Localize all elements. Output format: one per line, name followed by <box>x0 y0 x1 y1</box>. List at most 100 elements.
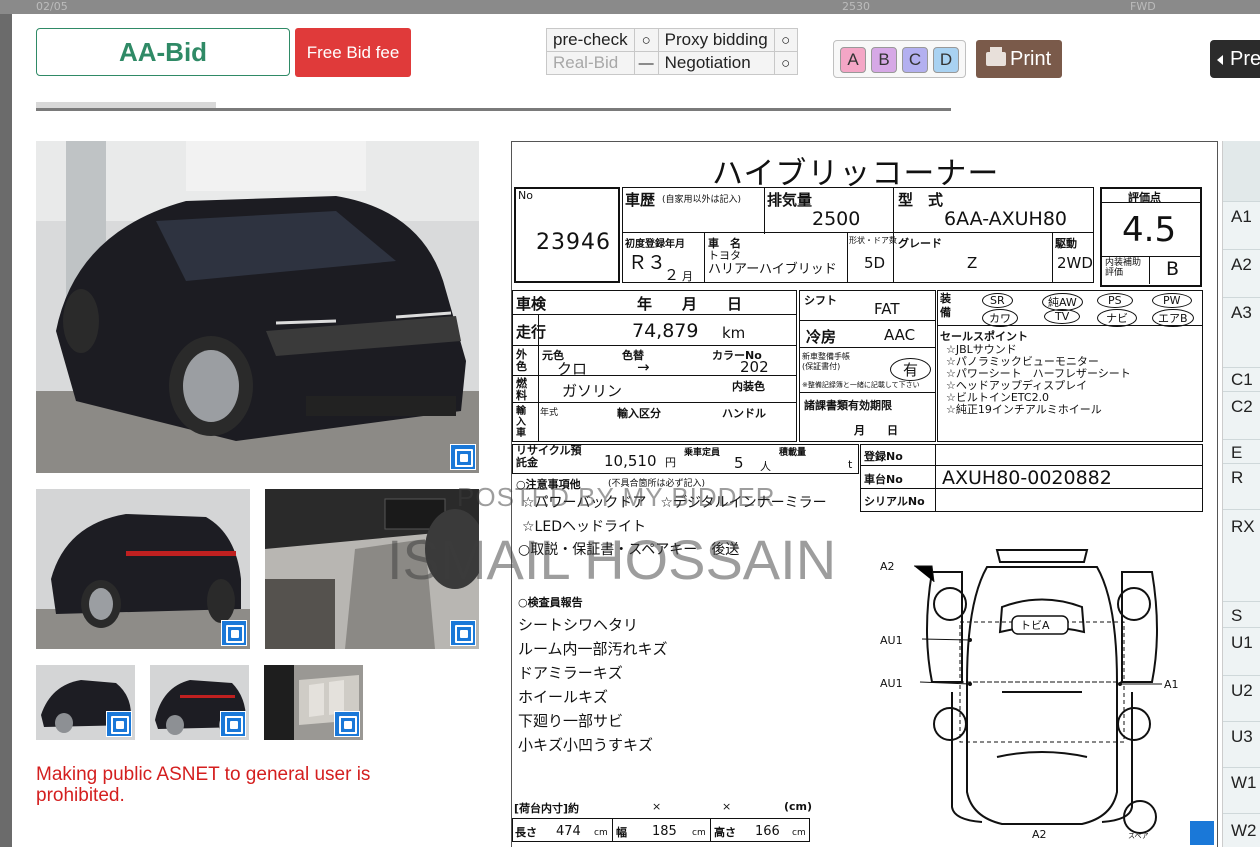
recycle-unit: 円 <box>665 456 676 469</box>
manual-value: 有 <box>890 358 932 381</box>
equipment-item: SR <box>982 293 1013 308</box>
inspector-line: ドアミラーキズ <box>518 664 623 682</box>
grade-d-button[interactable]: D <box>933 47 959 73</box>
import-class-label: 輸入区分 <box>617 407 661 420</box>
expand-icon[interactable] <box>106 711 132 737</box>
previous-button[interactable]: Pre <box>1210 40 1260 78</box>
inspector-line: 下廻り一部サビ <box>518 712 624 730</box>
reg-no-label: 登録No <box>864 450 903 463</box>
fuel-value: ガソリン <box>562 382 623 400</box>
width-value: 185 <box>652 824 677 839</box>
damage-code-row: U2 <box>1223 675 1260 721</box>
grade-b-button[interactable]: B <box>871 47 897 73</box>
damage-code-row: C2 <box>1223 391 1260 439</box>
backdrop-strip: 02/05 2530 FWD <box>0 0 1260 14</box>
aa-bid-button[interactable]: AA-Bid <box>36 28 290 76</box>
grade-c-button[interactable]: C <box>902 47 928 73</box>
printer-icon <box>986 47 1006 66</box>
fuel-label: 燃料 <box>516 377 527 402</box>
backdrop-drive: FWD <box>1130 0 1156 13</box>
lot-no-label: No <box>518 189 533 202</box>
diagram-mark-au1-b: AU1 <box>880 677 903 690</box>
sheet-expand-icon[interactable] <box>1189 820 1215 846</box>
damage-code-row: W2 <box>1223 813 1260 847</box>
damage-code-row: W1 <box>1223 767 1260 813</box>
grade-selector: A B C D <box>833 40 966 78</box>
history-note: (自家用以外は記入) <box>662 195 742 205</box>
previous-label: Pre <box>1230 48 1260 70</box>
height-unit: cm <box>792 828 806 838</box>
auction-sheet[interactable]: ハイブリッコーナー No 23946 車歴 (自家用以外は記入) 排気量 250… <box>387 141 1218 847</box>
load-label: 積載量 <box>779 448 807 458</box>
height-value: 166 <box>755 824 780 839</box>
shaken-units: 年 月 日 <box>637 295 743 313</box>
score-label: 評価点 <box>1128 191 1161 204</box>
length-value: 474 <box>556 824 581 839</box>
first-reg-month: ２ <box>664 266 680 284</box>
equipment-item: エアB <box>1152 309 1194 327</box>
equipment-item: PW <box>1152 293 1192 308</box>
main-vehicle-photo[interactable] <box>36 141 479 473</box>
width-unit: cm <box>692 828 706 838</box>
capacity-value: 5 <box>734 454 744 472</box>
status-negotiation-label: Negotiation <box>657 51 775 75</box>
diagram-mark-au1-a: AU1 <box>880 634 903 647</box>
score-value: 4.5 <box>1122 210 1177 250</box>
tab-divider <box>36 108 951 111</box>
chassis-value: AXUH80-0020882 <box>942 467 1112 489</box>
damage-code-row: A3 <box>1223 297 1260 367</box>
backdrop-number: 2530 <box>842 0 870 13</box>
equipment-label: 装備 <box>940 292 951 319</box>
recycle-label: リサイクル預託金 <box>516 444 582 469</box>
diagram-mark-a2-bottom: A2 <box>1032 828 1047 841</box>
print-button[interactable]: Print <box>976 40 1062 78</box>
first-reg-month-char: 月 <box>682 270 693 283</box>
expand-icon[interactable] <box>450 620 476 646</box>
expand-icon[interactable] <box>450 444 476 470</box>
cargo-label: [荷台内寸]約 <box>514 802 580 815</box>
ac-label: 冷房 <box>806 328 837 346</box>
docs-label: 諸課書類有効期限 <box>804 399 892 412</box>
damage-code-row: A2 <box>1223 249 1260 297</box>
color-arrow: → <box>637 358 650 376</box>
car-front-image <box>36 141 479 473</box>
print-label: Print <box>1010 48 1052 70</box>
asnet-warning-text: Making public ASNET to general user is p… <box>36 764 371 806</box>
model-code: 6AA-AXUH80 <box>944 208 1068 230</box>
caret-left-icon <box>1217 55 1223 65</box>
free-bid-fee-button[interactable]: Free Bid fee <box>295 28 411 77</box>
status-precheck-mark: ○ <box>633 28 659 52</box>
status-proxy-label: Proxy bidding <box>657 28 775 52</box>
diagram-mark-a1: A1 <box>1164 678 1179 691</box>
lot-number: 23946 <box>536 230 611 255</box>
diagram-mark-a2-top: A2 <box>880 560 895 573</box>
damage-diagram: A2 AU1 AU1 A1 A2 トビA スペア <box>880 549 1179 841</box>
grade-a-button[interactable]: A <box>840 47 866 73</box>
grade-value: Z <box>967 254 978 272</box>
damage-code-row: U3 <box>1223 721 1260 767</box>
model-label: 型 式 <box>898 191 944 209</box>
bid-status-table: pre-check ○ Proxy bidding ○ Real-Bid — N… <box>546 28 798 75</box>
damage-code-row: R <box>1223 463 1260 509</box>
car-name-value: ハリアーハイブリッド <box>708 262 837 277</box>
expand-icon[interactable] <box>220 711 246 737</box>
import-label: 輸入車 <box>516 406 526 439</box>
thumbnail-side-1[interactable] <box>36 665 135 740</box>
thumbnail-rear[interactable] <box>36 489 250 649</box>
status-realbid-label: Real-Bid <box>546 51 635 75</box>
status-negotiation-mark: ○ <box>773 51 798 75</box>
import-year-label: 年式 <box>540 408 559 418</box>
expand-icon[interactable] <box>334 711 360 737</box>
expand-icon[interactable] <box>221 620 247 646</box>
capacity-unit: 人 <box>760 460 771 473</box>
grade-label: グレード <box>898 237 942 250</box>
load-unit: t <box>848 458 853 471</box>
thumbnail-side-2[interactable] <box>150 665 249 740</box>
length-label: 長さ <box>515 826 537 839</box>
doors-value: 5D <box>864 254 886 272</box>
damage-code-table: A1 A2 A3 C1 C2 E R RX S U1 U2 U3 W1 W2 <box>1222 141 1260 847</box>
history-label: 車歴 <box>625 191 656 209</box>
inspector-line: ルーム内一部汚れキズ <box>518 640 668 658</box>
thumbnail-rear-seats[interactable] <box>264 665 363 740</box>
mileage-value: 74,879 <box>632 320 699 342</box>
